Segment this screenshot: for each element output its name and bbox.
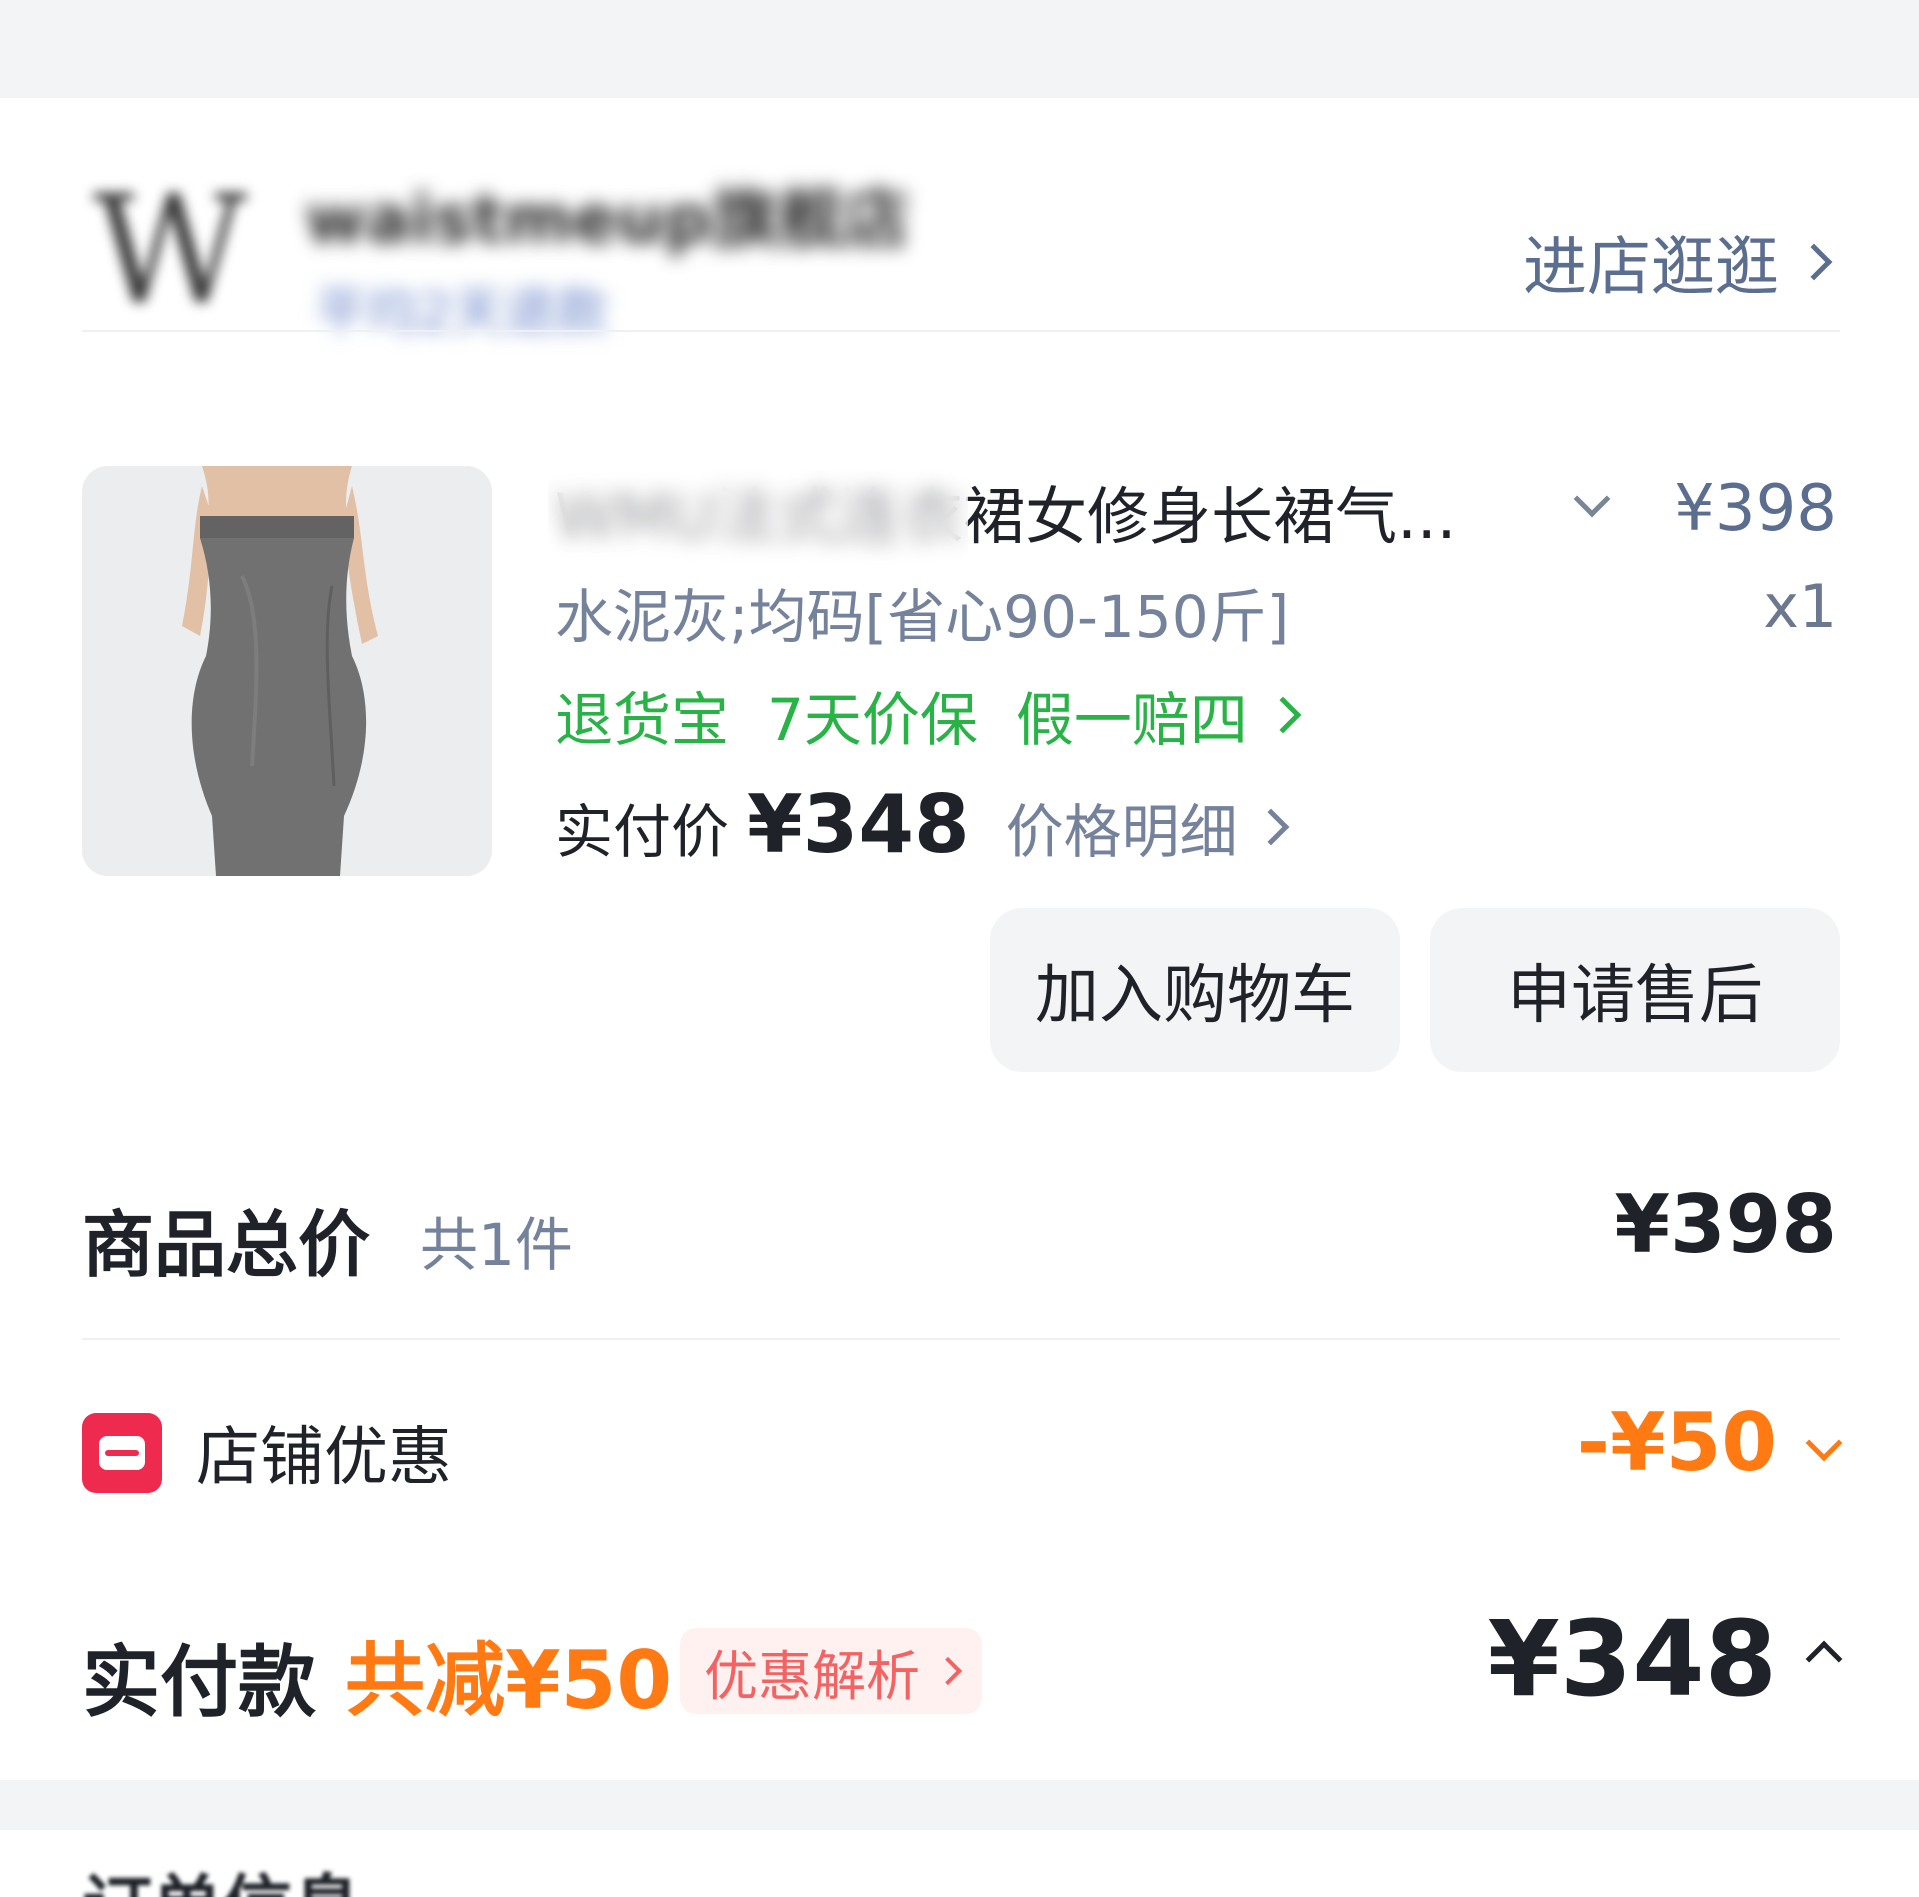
after-sales-button[interactable]: 申请售后 bbox=[1430, 908, 1840, 1072]
store-discount-value: -¥50 bbox=[1576, 1396, 1777, 1489]
enter-store-link[interactable]: 进店逛逛 bbox=[1523, 216, 1833, 308]
goods-total-value: ¥398 bbox=[1614, 1178, 1837, 1271]
chevron-up-icon bbox=[1805, 1640, 1843, 1678]
store-name[interactable]: waistmeup旗舰店 bbox=[305, 166, 910, 262]
chevron-right-icon bbox=[1264, 696, 1302, 734]
order-detail-card: W waistmeup旗舰店 平均2天退款 进店逛逛 WMU法式连衣裙女修身长裙… bbox=[0, 98, 1919, 1780]
final-payment-value: ¥348 bbox=[1487, 1598, 1777, 1720]
product-spec: 水泥灰;均码[省心90-150斤] bbox=[555, 583, 1290, 651]
service-authenticity: 假一赔四 bbox=[1015, 686, 1248, 754]
paid-price-label: 实付价 bbox=[555, 798, 730, 866]
divider bbox=[82, 1338, 1840, 1340]
order-info-section: 订单信息 bbox=[0, 1830, 1919, 1897]
service-price-protection: 7天价保 bbox=[767, 686, 978, 754]
discount-analysis-button[interactable]: 优惠解析 bbox=[680, 1628, 982, 1714]
price-detail-link[interactable]: 价格明细 bbox=[1005, 785, 1290, 869]
order-info-title: 订单信息 bbox=[82, 1852, 362, 1897]
chevron-down-icon bbox=[1573, 480, 1611, 518]
paid-price-value: ¥348 bbox=[747, 778, 970, 871]
product-quantity: x1 bbox=[1763, 572, 1837, 642]
product-image[interactable] bbox=[82, 466, 492, 876]
enter-store-label: 进店逛逛 bbox=[1523, 231, 1779, 305]
add-to-cart-button[interactable]: 加入购物车 bbox=[990, 908, 1400, 1072]
goods-total-label: 商品总价 bbox=[82, 1203, 371, 1287]
price-detail-label: 价格明细 bbox=[1005, 798, 1238, 866]
total-saved: 共减¥50 bbox=[345, 1634, 672, 1727]
final-payment-toggle[interactable]: ¥348 bbox=[1487, 1598, 1843, 1720]
chevron-right-icon bbox=[1252, 808, 1290, 846]
divider bbox=[82, 330, 1840, 332]
paid-price-row: 实付价 ¥348 价格明细 bbox=[555, 778, 1290, 871]
store-logo: W bbox=[92, 163, 248, 338]
title-redaction bbox=[548, 470, 968, 570]
service-return-insurance: 退货宝 bbox=[555, 686, 730, 754]
store-discount-label: 店铺优惠 bbox=[196, 1421, 452, 1495]
chevron-right-icon bbox=[933, 1656, 963, 1686]
chevron-right-icon bbox=[1795, 243, 1833, 281]
store-coupon-icon bbox=[82, 1413, 162, 1493]
store-subtitle: 平均2天退款 bbox=[315, 283, 609, 343]
goods-count: 共1件 bbox=[420, 1211, 573, 1279]
discount-analysis-label: 优惠解析 bbox=[704, 1644, 920, 1708]
unit-price: ¥398 bbox=[1674, 472, 1837, 546]
store-discount-toggle[interactable]: -¥50 bbox=[1576, 1396, 1843, 1489]
service-guarantees[interactable]: 退货宝 7天价保 假一赔四 bbox=[555, 673, 1302, 757]
expand-title-toggle[interactable] bbox=[1567, 474, 1617, 528]
chevron-down-icon bbox=[1805, 1424, 1843, 1461]
final-payment-label: 实付款 bbox=[82, 1638, 317, 1728]
